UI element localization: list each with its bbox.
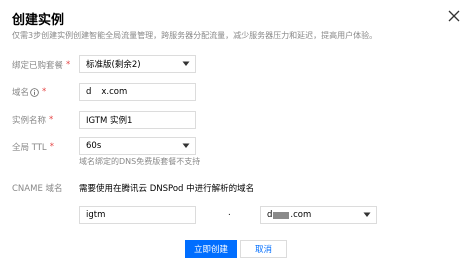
create-now-button[interactable]: 立即创建 [185, 240, 237, 258]
cname-domain-select[interactable]: d .com [260, 206, 377, 224]
cname-domain-suffix: .com [290, 210, 312, 220]
domain-value-suffix: x.com [101, 87, 128, 97]
ttl-label-text: 全局 TTL [12, 143, 47, 153]
dialog-title: 创建实例 [12, 13, 65, 28]
cname-separator: . [228, 208, 231, 218]
cname-label-text: CNAME 域名 [12, 184, 63, 194]
required-mark: * [49, 115, 54, 125]
ttl-select[interactable]: 60s [79, 137, 196, 155]
package-value: 标准版(剩余2) [86, 60, 141, 70]
domain-label-text: 域名 [12, 88, 30, 98]
required-mark: * [66, 60, 71, 70]
ttl-label: 全局 TTL * [12, 141, 54, 153]
cancel-button[interactable]: 取消 [240, 240, 287, 258]
chevron-down-icon [182, 143, 190, 148]
chevron-down-icon [182, 61, 190, 66]
info-icon[interactable] [30, 87, 39, 97]
cname-prefix-input[interactable]: igtm [79, 206, 196, 224]
package-label: 绑定已购套餐 * [12, 59, 70, 71]
instance-name-value: IGTM 实例1 [86, 116, 133, 126]
close-icon[interactable] [447, 9, 461, 23]
domain-input[interactable]: d x.com [79, 83, 196, 101]
ttl-hint: 域名绑定的DNS免费版套餐不支持 [79, 157, 201, 166]
domain-value-prefix: d [86, 87, 92, 97]
package-select[interactable]: 标准版(剩余2) [79, 55, 196, 73]
instance-name-input[interactable]: IGTM 实例1 [79, 111, 196, 129]
create-instance-dialog: 创建实例 仅需3步创建实例创建智能全局流量管理，跨服务器分配流量，减少服务器压力… [0, 0, 474, 273]
chevron-down-icon [363, 212, 371, 217]
cname-prefix-value: igtm [86, 210, 106, 220]
cname-domain-prefix: d [267, 210, 273, 220]
package-label-text: 绑定已购套餐 [12, 61, 64, 71]
instance-name-label-text: 实例名称 [12, 116, 47, 126]
cname-instruction: 需要使用在腾讯云 DNSPod 中进行解析的域名 [79, 184, 255, 194]
required-mark: * [49, 142, 54, 152]
cname-domain-redacted [273, 211, 290, 219]
domain-label: 域名 * [12, 86, 46, 98]
required-mark: * [42, 87, 47, 97]
ttl-value: 60s [86, 141, 102, 151]
instance-name-label: 实例名称 * [12, 114, 53, 126]
dialog-subtitle: 仅需3步创建实例创建智能全局流量管理，跨服务器分配流量，减少服务器压力和延迟，提… [12, 31, 378, 40]
cname-label: CNAME 域名 [12, 182, 63, 194]
